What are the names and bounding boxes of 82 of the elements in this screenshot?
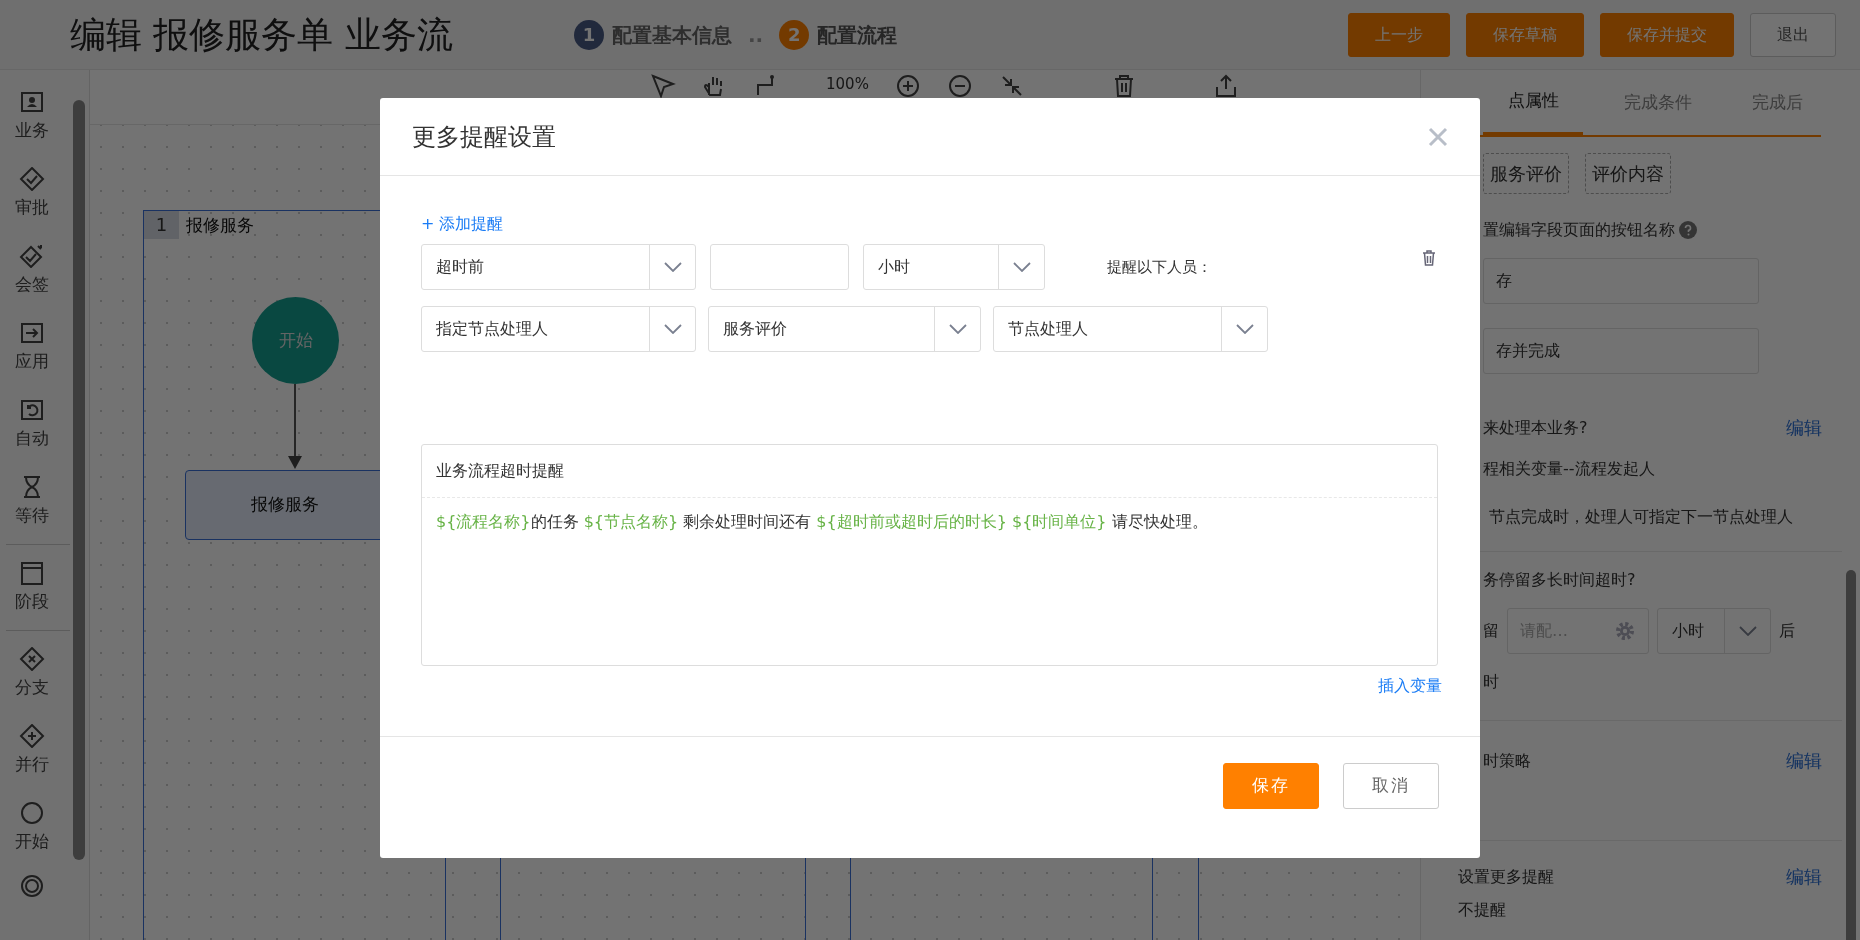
lane-number: 1	[144, 211, 179, 239]
field-tag[interactable]: 评价内容	[1585, 153, 1671, 194]
field-prefix: 留	[1483, 620, 1499, 642]
section-title: 设置更多提醒	[1458, 865, 1554, 888]
edit-link[interactable]: 编辑	[1786, 747, 1822, 774]
edit-link[interactable]: 编辑	[1786, 414, 1822, 441]
chevron-down-icon	[663, 262, 682, 272]
palette-item[interactable]: 应用	[0, 309, 64, 386]
palette-item[interactable]: 会签	[0, 232, 64, 309]
palette-item[interactable]: 业务	[0, 78, 64, 155]
help-icon	[1679, 221, 1697, 239]
section-title: 时策略	[1483, 749, 1531, 772]
loop-box-icon	[19, 397, 45, 422]
panel-icon	[19, 560, 45, 585]
select-field[interactable]: 服务评价	[708, 306, 981, 352]
template-message: ${流程名称}的任务 ${节点名称} 剩余处理时间还有 ${超时前或超时后的时长} ${时间单位} 请尽快处理。	[435, 511, 1209, 533]
section-title: 务停留多长时间超时?	[1483, 569, 1636, 591]
edit-link[interactable]: 编辑	[1786, 863, 1822, 890]
pointer-icon[interactable]	[650, 73, 676, 99]
plus-diamond-icon	[19, 723, 45, 748]
circle-icon	[19, 800, 45, 825]
step-label: 配置基本信息	[612, 21, 732, 49]
step-number: 2	[779, 19, 810, 50]
scrollbar[interactable]	[73, 100, 85, 860]
step-label: 配置流程	[817, 21, 898, 49]
palette-item[interactable]: 自动	[0, 386, 64, 463]
section-title: 来处理本业务?	[1483, 416, 1588, 439]
field-suffix: 时	[1483, 671, 1500, 693]
palette-item[interactable]: 阶段	[0, 549, 64, 626]
header-button[interactable]: 保存草稿	[1466, 12, 1584, 57]
palette-item[interactable]: 审批	[0, 155, 64, 232]
chevron-down-icon	[1235, 324, 1254, 334]
zoom-level: 100%	[826, 74, 869, 95]
arrow-box-icon	[19, 320, 45, 345]
chevron-down-icon	[1738, 626, 1757, 636]
chevron-down-icon	[1012, 262, 1031, 272]
zoom-out-icon[interactable]	[946, 73, 973, 99]
step-number: 1	[574, 19, 604, 50]
double-circle-icon	[19, 874, 45, 898]
start-node[interactable]: 开始	[252, 297, 339, 384]
message-template-box[interactable]: 业务流程超时提醒 ${流程名称}的任务 ${节点名称} 剩余处理时间还有 ${超时前或超时后的时长} ${时间单位} 请尽快处理。	[421, 444, 1438, 666]
scrollbar[interactable]	[1846, 570, 1856, 940]
select-field[interactable]: 指定节点处理人	[421, 306, 696, 352]
insert-variable-link[interactable]: 插入变量	[1378, 674, 1442, 698]
field-tag[interactable]: 服务评价	[1483, 153, 1569, 194]
panel-tab[interactable]: 点属性	[1483, 70, 1583, 135]
save-button[interactable]: 保存	[1223, 763, 1319, 809]
lane-title: 报修服务	[186, 214, 254, 237]
page-title: 编辑 报修服务单 业务流	[70, 12, 454, 57]
palette-item[interactable]: 分支	[0, 635, 64, 712]
add-reminder-link[interactable]: + 添加提醒	[421, 212, 504, 236]
chevron-down-icon	[663, 324, 682, 334]
field-label: 提醒以下人员：	[1107, 256, 1212, 278]
text-field[interactable]: 存并完成	[1483, 328, 1759, 374]
number-input[interactable]	[710, 244, 849, 290]
select-field[interactable]: 节点处理人	[993, 306, 1268, 352]
field-value: 程相关变量--流程发起人	[1483, 458, 1656, 480]
gear-icon	[1614, 620, 1636, 642]
palette-item[interactable]: 等待	[0, 463, 64, 540]
palette-item[interactable]: 并行	[0, 712, 64, 789]
text-field[interactable]: 存	[1483, 258, 1759, 304]
id-card-icon	[19, 89, 45, 114]
x-diamond-icon	[19, 646, 45, 671]
template-subject: 业务流程超时提醒	[422, 445, 1437, 498]
palette-item[interactable]: 开始	[0, 789, 64, 866]
chevron-down-icon	[948, 324, 967, 334]
zoom-in-icon[interactable]	[894, 73, 921, 99]
header-button[interactable]: 保存并提交	[1600, 12, 1734, 57]
check-diamond-icon	[19, 166, 45, 191]
field-label: 置编辑字段页面的按钮名称	[1483, 219, 1675, 241]
step-separator: ..	[748, 21, 764, 49]
cancel-button[interactable]: 取消	[1343, 763, 1439, 809]
exit-button[interactable]: 退出	[1750, 12, 1836, 57]
field-suffix: 后	[1779, 620, 1795, 642]
header-button[interactable]: 上一步	[1348, 12, 1450, 57]
field-value: 不提醒	[1458, 899, 1507, 921]
select-field[interactable]: 小时	[863, 244, 1045, 290]
diamond-check-icon	[19, 243, 45, 268]
option-text: 节点完成时，处理人可指定下一节点处理人	[1488, 506, 1794, 528]
dialog-title: 更多提醒设置	[412, 121, 556, 153]
unit-select[interactable]: 小时	[1657, 608, 1771, 654]
select-field[interactable]: 超时前	[421, 244, 696, 290]
